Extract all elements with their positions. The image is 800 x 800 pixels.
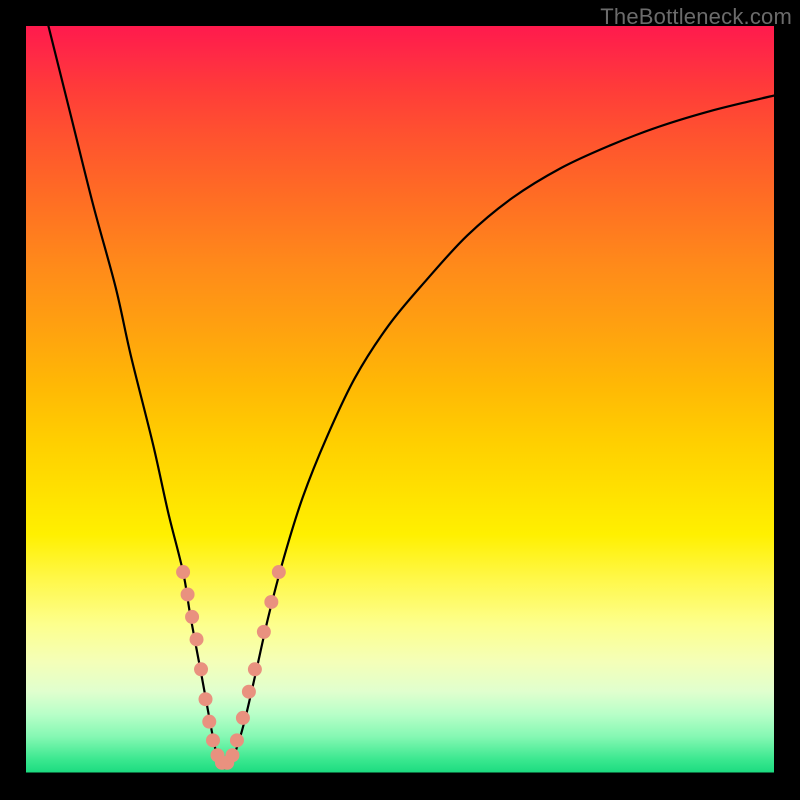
- marker-point: [202, 715, 216, 729]
- marker-point: [264, 595, 278, 609]
- chart-container: TheBottleneck.com: [0, 0, 800, 800]
- marker-point: [194, 662, 208, 676]
- marker-point: [181, 587, 195, 601]
- marker-point: [257, 625, 271, 639]
- highlight-markers: [26, 26, 774, 774]
- bottleneck-curve: [26, 26, 774, 774]
- marker-point: [215, 756, 229, 770]
- marker-point: [242, 685, 256, 699]
- marker-point: [206, 733, 220, 747]
- marker-point: [199, 692, 213, 706]
- axis-overlay: [26, 26, 774, 774]
- marker-point: [190, 632, 204, 646]
- marker-point: [248, 662, 262, 676]
- watermark-label: TheBottleneck.com: [600, 4, 792, 30]
- plot-area: [26, 26, 774, 774]
- marker-point: [230, 733, 244, 747]
- marker-point: [176, 565, 190, 579]
- marker-point: [236, 711, 250, 725]
- marker-point: [272, 565, 286, 579]
- marker-point: [220, 756, 234, 770]
- marker-point: [210, 748, 224, 762]
- marker-point: [225, 748, 239, 762]
- marker-point: [185, 610, 199, 624]
